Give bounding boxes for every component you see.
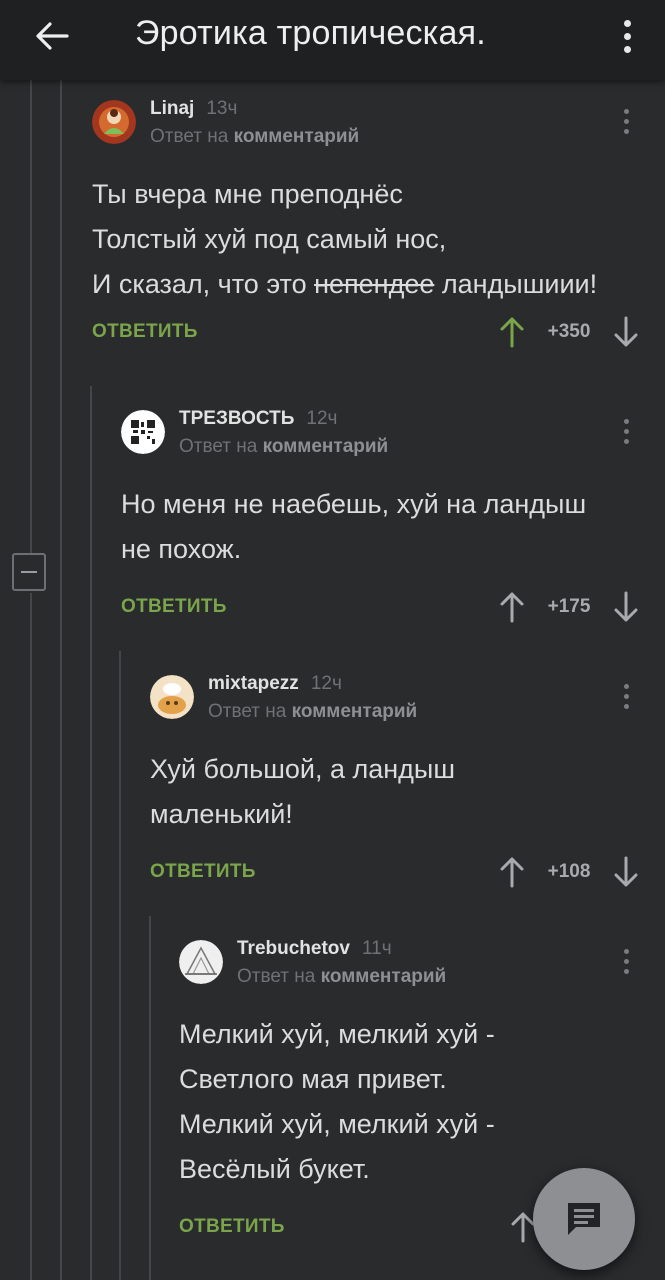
comment-author[interactable]: mixtapezz 12ч (208, 673, 342, 695)
avatar[interactable] (179, 940, 223, 984)
thread-line (119, 651, 121, 1280)
parent-comment-link[interactable]: комментарий (321, 966, 447, 987)
avatar[interactable] (150, 675, 194, 719)
arrow-down-icon (614, 591, 638, 622)
arrow-down-icon (614, 316, 638, 347)
comment-menu-icon[interactable] (616, 104, 636, 138)
arrow-up-icon (500, 592, 524, 623)
comment-icon (568, 1203, 600, 1235)
comment-menu-icon[interactable] (616, 944, 636, 978)
downvote-button[interactable] (612, 590, 640, 624)
arrow-up-icon (500, 317, 524, 348)
reply-button[interactable]: ОТВЕТИТЬ (179, 1216, 285, 1238)
write-comment-button[interactable] (533, 1168, 635, 1270)
more-vertical-icon[interactable] (615, 12, 639, 60)
comment-time: 12ч (306, 408, 338, 429)
arrow-up-icon (500, 857, 524, 888)
comment-time: 11ч (361, 938, 392, 959)
comment-score: +350 (547, 321, 591, 342)
comment-score: +175 (547, 596, 591, 617)
page-title: Эротика тропическая. (135, 14, 486, 52)
reply-to: Ответ на комментарий (179, 436, 389, 457)
comment: mixtapezz 12ч Ответ на комментарий Хуй бо… (150, 673, 652, 895)
reply-button[interactable]: ОТВЕТИТЬ (150, 861, 256, 883)
arrow-left-icon (36, 22, 69, 50)
downvote-button[interactable] (612, 855, 640, 889)
comment: ТРЕЗВОСТЬ 12ч Ответ на комментарий Но мен… (121, 408, 652, 630)
reply-to: Ответ на комментарий (150, 126, 360, 147)
back-button[interactable] (30, 14, 74, 58)
comment-text: Но меня не наебешь, хуй на ландыш не пох… (121, 489, 587, 564)
comment-text: Ты вчера мне преподнёс Толстый хуй под с… (92, 179, 598, 299)
upvote-button[interactable] (498, 590, 526, 624)
comment-time: 12ч (310, 673, 342, 694)
thread-line (149, 916, 151, 1280)
downvote-button[interactable] (612, 315, 640, 349)
reply-to: Ответ на комментарий (237, 966, 447, 987)
comment-score: +108 (547, 861, 591, 882)
top-app-bar: Эротика тропическая. (0, 0, 665, 80)
parent-comment-link[interactable]: комментарий (263, 436, 389, 457)
avatar[interactable] (121, 410, 165, 454)
comment-menu-icon[interactable] (616, 679, 636, 713)
arrow-down-icon (614, 856, 638, 887)
thread-line (30, 593, 32, 1280)
reply-to: Ответ на комментарий (208, 701, 418, 722)
comment-text: Мелкий хуй, мелкий хуй - Светлого мая пр… (179, 1019, 495, 1184)
comment-time: 13ч (206, 98, 238, 119)
arrow-up-icon (511, 1212, 535, 1243)
comment-author[interactable]: Trebuchetov 11ч (237, 938, 392, 960)
comment-author[interactable]: ТРЕЗВОСТЬ 12ч (179, 408, 337, 430)
reply-button[interactable]: ОТВЕТИТЬ (92, 321, 198, 343)
comment-text: Хуй большой, а ландыш маленький! (150, 754, 455, 829)
thread-line (60, 80, 62, 1280)
parent-comment-link[interactable]: комментарий (234, 126, 360, 147)
parent-comment-link[interactable]: комментарий (292, 701, 418, 722)
upvote-button[interactable] (498, 855, 526, 889)
avatar[interactable] (92, 100, 136, 144)
comment-author[interactable]: Linaj 13ч (150, 98, 237, 120)
comment: Linaj 13ч Ответ на комментарий Ты вчера м… (92, 98, 652, 355)
collapse-thread-button[interactable] (12, 553, 46, 591)
comment-menu-icon[interactable] (616, 414, 636, 448)
thread-line (90, 386, 92, 1280)
upvote-button[interactable] (498, 315, 526, 349)
thread-line (30, 80, 32, 553)
reply-button[interactable]: ОТВЕТИТЬ (121, 596, 227, 618)
